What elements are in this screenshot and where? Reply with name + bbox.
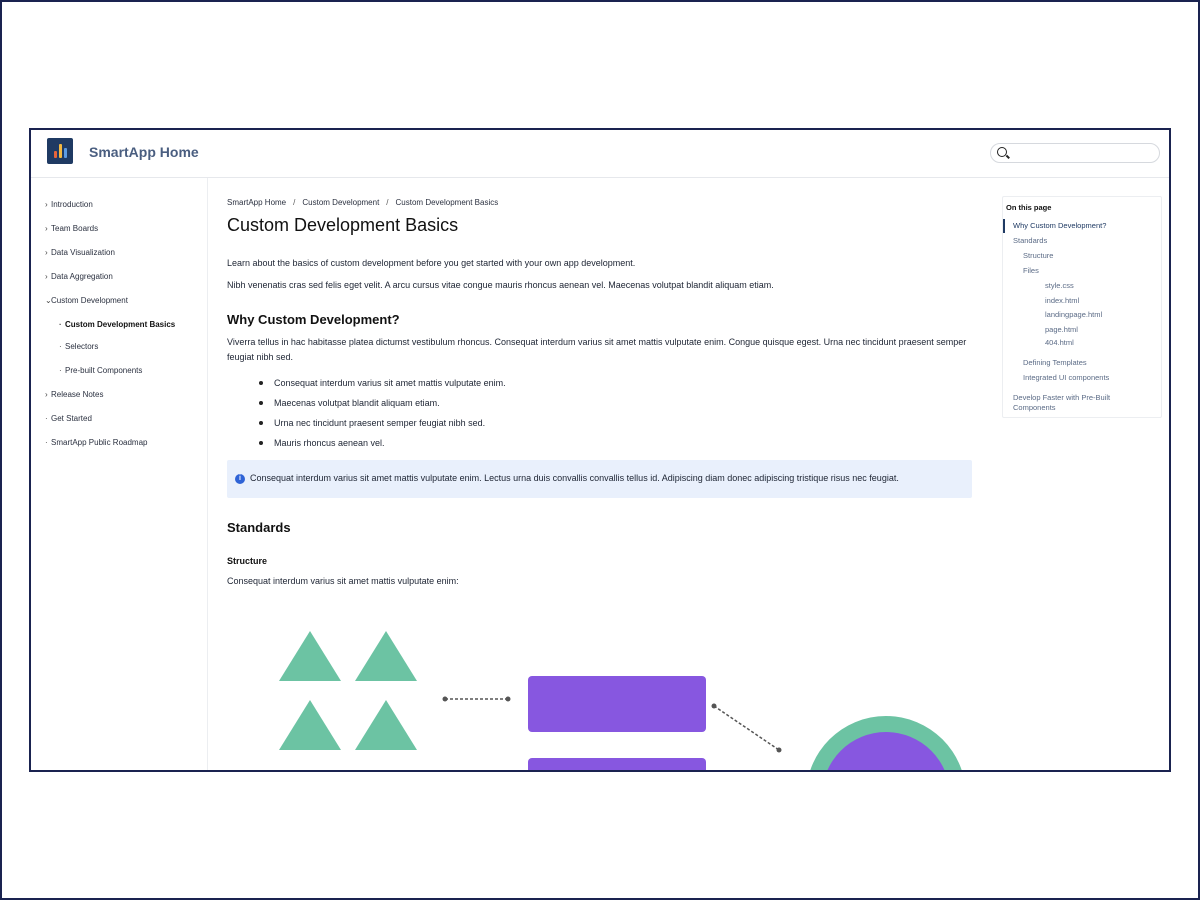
- sidebar-item-label: SmartApp Public Roadmap: [51, 438, 148, 447]
- intro-paragraph-2: Nibh venenatis cras sed felis eget velit…: [227, 280, 774, 290]
- toc-item-landingpage-html[interactable]: landingpage.html: [1045, 310, 1102, 320]
- main-content: SmartApp Home / Custom Development / Custom …: [227, 178, 987, 770]
- sidebar-item-label: Selectors: [65, 342, 99, 351]
- app-window: SmartApp Home › Introduction › Team Boards…: [29, 128, 1171, 772]
- bullet-list: Consequat interdum varius sit amet matti…: [259, 376, 506, 456]
- section-heading-why: Why Custom Development?: [227, 312, 400, 327]
- breadcrumb: SmartApp Home / Custom Development / Custom …: [227, 198, 498, 207]
- breadcrumb-item[interactable]: Custom Development Basics: [396, 198, 499, 207]
- toc-item-files[interactable]: Files: [1023, 266, 1039, 276]
- sidebar-item-introduction[interactable]: › Introduction: [45, 200, 93, 209]
- toc-item-404-html[interactable]: 404.html: [1045, 338, 1074, 348]
- list-item: Mauris rhoncus aenean vel.: [259, 436, 506, 456]
- page-title: Custom Development Basics: [227, 215, 459, 235]
- top-header: SmartApp Home: [31, 130, 1169, 178]
- breadcrumb-separator: /: [386, 198, 389, 207]
- diagram-connector-dot: [505, 696, 511, 702]
- diagram-triangle: [279, 631, 341, 681]
- diagram-connector-dot: [776, 747, 782, 753]
- info-callout: i Consequat interdum varius sit amet mat…: [227, 460, 972, 498]
- search-input[interactable]: [990, 143, 1160, 163]
- subsection-heading-structure: Structure: [227, 556, 268, 566]
- section-paragraph: Viverra tellus in hac habitasse platea d…: [227, 337, 967, 362]
- toc-item-defining-templates[interactable]: Defining Templates: [1023, 358, 1087, 368]
- list-item: Urna nec tincidunt praesent semper feugi…: [259, 416, 506, 436]
- diagram-triangle: [355, 700, 417, 750]
- sidebar-item-data-visualization[interactable]: › Data Visualization: [45, 248, 115, 257]
- sidebar-item-label: Team Boards: [51, 224, 99, 233]
- info-icon: i: [235, 474, 245, 484]
- list-item: Consequat interdum varius sit amet matti…: [259, 376, 506, 396]
- callout-text: Consequat interdum varius sit amet matti…: [250, 473, 899, 483]
- diagram-block: [528, 758, 706, 770]
- on-this-page-toc: On this page Why Custom Development? Sta…: [1002, 196, 1162, 418]
- toc-title: On this page: [1006, 203, 1052, 212]
- toc-item-why-custom-development[interactable]: Why Custom Development?: [1013, 221, 1106, 231]
- sidebar-item-custom-development-basics[interactable]: · Custom Development Basics: [59, 320, 175, 329]
- sidebar-item-selectors[interactable]: · Selectors: [59, 342, 98, 351]
- toc-item-structure[interactable]: Structure: [1023, 251, 1053, 261]
- diagram-connector-dot: [711, 703, 717, 709]
- intro-paragraph: Learn about the basics of custom develop…: [227, 258, 636, 268]
- list-item: Maecenas volutpat blandit aliquam etiam.: [259, 396, 506, 416]
- diagram-triangle: [279, 700, 341, 750]
- smartapp-logo-icon[interactable]: [47, 138, 73, 164]
- toc-item-standards[interactable]: Standards: [1013, 236, 1047, 246]
- sidebar-item-label: Introduction: [51, 200, 93, 209]
- toc-item-page-html[interactable]: page.html: [1045, 325, 1078, 335]
- toc-item-develop-faster-cont[interactable]: Components: [1013, 403, 1056, 413]
- toc-item-develop-faster[interactable]: Develop Faster with Pre-Built: [1013, 393, 1110, 403]
- diagram-connector: [713, 705, 780, 751]
- toc-item-index-html[interactable]: index.html: [1045, 296, 1079, 306]
- diagram-connector-dot: [442, 696, 448, 702]
- sidebar-item-label: Custom Development: [51, 296, 128, 305]
- logo-bar-2: [59, 144, 62, 158]
- sidebar-item-custom-development[interactable]: ⌄Custom Development: [45, 296, 128, 305]
- toc-item-integrated-ui-components[interactable]: Integrated UI components: [1023, 373, 1109, 383]
- toc-active-indicator: [1003, 219, 1005, 233]
- sidebar-item-label: Get Started: [51, 414, 92, 423]
- breadcrumb-separator: /: [293, 198, 296, 207]
- section-heading-standards: Standards: [227, 520, 291, 535]
- logo-bar-3: [64, 148, 67, 158]
- sidebar-item-label: Pre-built Components: [65, 366, 143, 375]
- structure-diagram: [279, 631, 962, 770]
- toc-item-style-css[interactable]: style.css: [1045, 281, 1074, 291]
- search-icon: [997, 147, 1007, 157]
- sidebar-item-team-boards[interactable]: › Team Boards: [45, 224, 98, 233]
- breadcrumb-item[interactable]: Custom Development: [302, 198, 379, 207]
- sidebar-nav: › Introduction › Team Boards › Data Visuali…: [31, 178, 208, 770]
- diagram-block: [528, 676, 706, 732]
- sidebar-item-label: Release Notes: [51, 390, 104, 399]
- app-title[interactable]: SmartApp Home: [89, 144, 199, 160]
- sidebar-item-pre-built-components[interactable]: · Pre-built Components: [59, 366, 142, 375]
- logo-bar-1: [54, 151, 57, 158]
- subsection-paragraph: Consequat interdum varius sit amet matti…: [227, 576, 459, 586]
- sidebar-item-release-notes[interactable]: › Release Notes: [45, 390, 103, 399]
- sidebar-item-get-started[interactable]: · Get Started: [45, 414, 92, 423]
- breadcrumb-item[interactable]: SmartApp Home: [227, 198, 286, 207]
- sidebar-item-label: Data Aggregation: [51, 272, 113, 281]
- sidebar-item-label: Custom Development Basics: [65, 320, 176, 329]
- sidebar-item-public-roadmap[interactable]: · SmartApp Public Roadmap: [45, 438, 148, 447]
- sidebar-item-data-aggregation[interactable]: › Data Aggregation: [45, 272, 113, 281]
- sidebar-item-label: Data Visualization: [51, 248, 115, 257]
- diagram-triangle: [355, 631, 417, 681]
